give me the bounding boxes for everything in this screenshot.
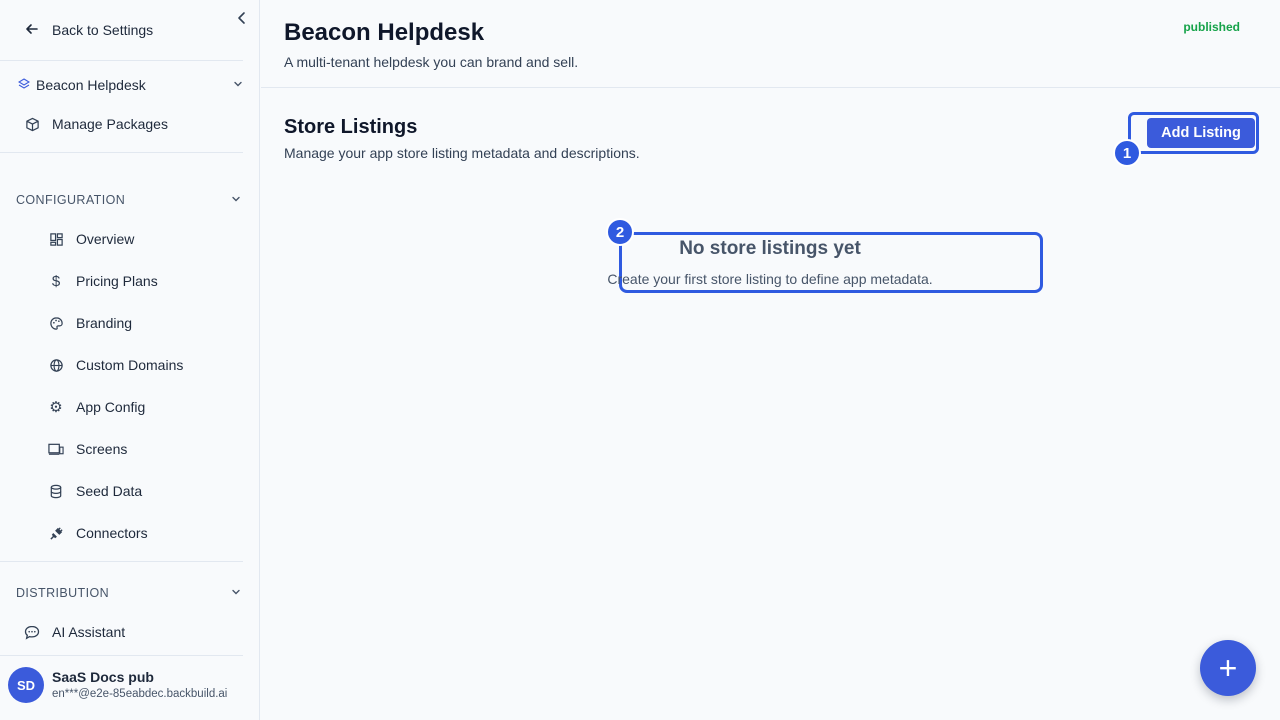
chevron-down-icon — [232, 77, 244, 93]
add-listing-highlight: Add Listing — [1128, 112, 1259, 154]
chat-icon — [24, 624, 40, 640]
project-name: Beacon Helpdesk — [36, 77, 146, 93]
avatar: SD — [8, 667, 44, 703]
screens-icon — [48, 441, 64, 457]
manage-packages-link[interactable]: Manage Packages — [24, 113, 168, 135]
divider — [0, 655, 243, 656]
sidebar-item-overview[interactable]: Overview — [48, 228, 134, 250]
configuration-section-toggle[interactable]: CONFIGURATION — [16, 191, 242, 209]
dollar-icon: $ — [51, 272, 61, 290]
manage-packages-label: Manage Packages — [52, 116, 168, 132]
chevron-down-icon — [230, 586, 242, 601]
empty-state-subtitle: Create your first store listing to defin… — [607, 271, 933, 287]
sidebar-item-label: App Config — [76, 399, 146, 415]
user-profile[interactable]: SD SaaS Docs pub en***@e2e-85eabdec.back… — [8, 667, 227, 703]
sidebar-item-label: Branding — [76, 315, 133, 331]
page-title: Beacon Helpdesk — [284, 19, 485, 46]
sidebar-item-label: Screens — [76, 441, 128, 457]
main-content: Beacon Helpdesk A multi-tenant helpdesk … — [261, 0, 1280, 720]
add-listing-button[interactable]: Add Listing — [1147, 118, 1255, 148]
sidebar-item-label: Overview — [76, 231, 135, 247]
sidebar-item-seed-data[interactable]: Seed Data — [48, 480, 142, 502]
plug-icon — [48, 525, 64, 541]
divider — [0, 152, 243, 153]
palette-icon — [48, 315, 64, 331]
distribution-label: DISTRIBUTION — [16, 586, 109, 600]
user-email: en***@e2e-85eabdec.backbuild.ai — [52, 688, 228, 700]
empty-state-title: No store listings yet — [679, 238, 861, 259]
sidebar-item-branding[interactable]: Branding — [48, 312, 132, 334]
divider — [0, 60, 243, 61]
sidebar-item-label: Connectors — [76, 525, 148, 541]
database-icon — [48, 483, 64, 499]
globe-icon — [48, 357, 64, 373]
distribution-section-toggle[interactable]: DISTRIBUTION — [16, 584, 242, 602]
page-subtitle: A multi-tenant helpdesk you can brand an… — [284, 54, 579, 70]
add-fab-button[interactable]: + — [1200, 640, 1256, 696]
sidebar-item-label: Seed Data — [76, 483, 143, 499]
section-title: Store Listings — [284, 116, 418, 138]
dashboard-icon — [48, 231, 64, 247]
chevron-down-icon — [230, 193, 242, 208]
sidebar-item-label: AI Assistant — [52, 624, 126, 640]
sidebar-item-connectors[interactable]: Connectors — [48, 522, 148, 544]
divider — [0, 561, 243, 562]
sidebar-item-pricing-plans[interactable]: $ Pricing Plans — [48, 270, 158, 292]
back-label: Back to Settings — [52, 22, 154, 38]
header-divider — [261, 87, 1280, 88]
sidebar-item-label: Custom Domains — [76, 357, 184, 373]
sidebar-item-app-config[interactable]: ⚙ App Config — [48, 396, 145, 418]
sidebar-item-ai-assistant[interactable]: AI Assistant — [24, 621, 125, 643]
section-subtitle: Manage your app store listing metadata a… — [284, 145, 640, 161]
configuration-label: CONFIGURATION — [16, 193, 126, 207]
sidebar-item-screens[interactable]: Screens — [48, 438, 127, 460]
package-icon — [24, 116, 40, 132]
back-to-settings-link[interactable]: Back to Settings — [24, 20, 153, 40]
user-name: SaaS Docs pub — [52, 669, 154, 685]
arrow-left-icon — [24, 21, 40, 40]
annotation-badge-2: 2 — [606, 218, 634, 246]
gear-icon: ⚙ — [49, 399, 63, 416]
status-badge: published — [1183, 20, 1240, 34]
annotation-badge-1: 1 — [1113, 139, 1141, 167]
sidebar-item-custom-domains[interactable]: Custom Domains — [48, 354, 183, 376]
layers-icon — [17, 77, 31, 93]
collapse-sidebar-icon[interactable] — [234, 10, 250, 26]
project-selector[interactable]: Beacon Helpdesk — [17, 75, 244, 95]
sidebar-item-label: Pricing Plans — [76, 273, 158, 289]
sidebar: Back to Settings Beacon Helpdesk Manage … — [0, 0, 260, 720]
